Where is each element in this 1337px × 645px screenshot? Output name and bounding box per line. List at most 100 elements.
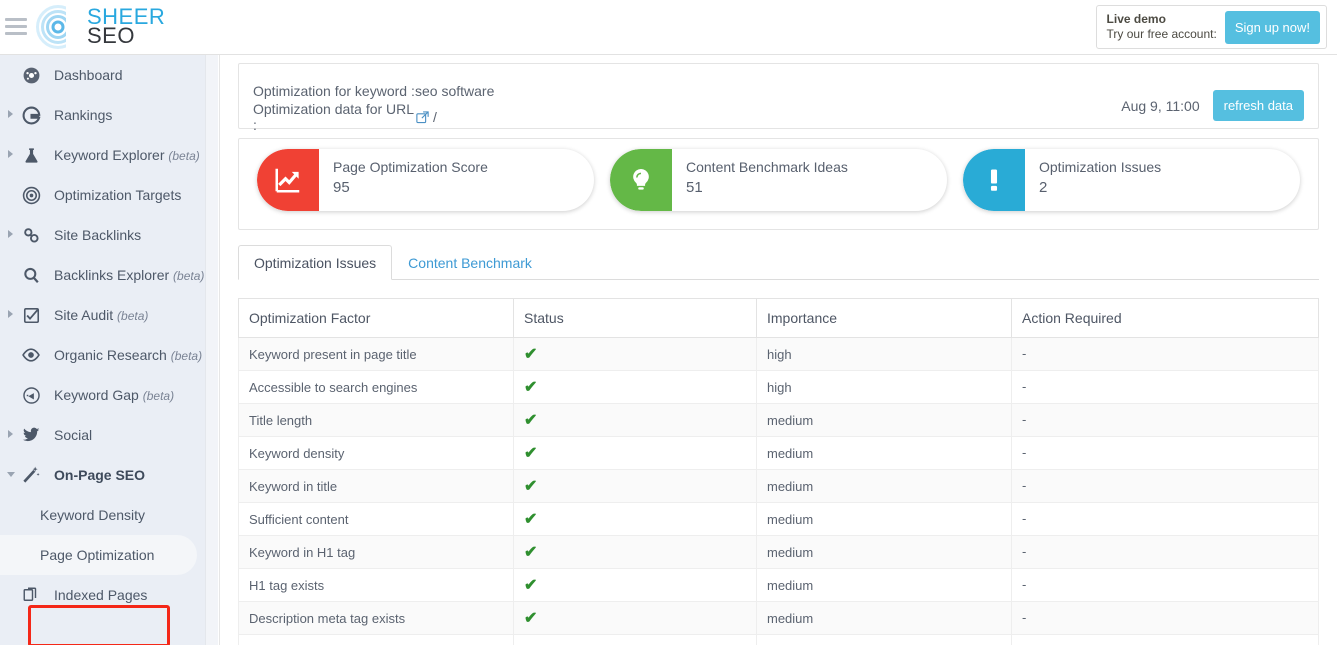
sidebar-item-dashboard[interactable]: Dashboard [0, 55, 205, 95]
cell-optimization-factor: H1 tag exists [238, 568, 514, 602]
exclamation-icon [963, 149, 1025, 211]
cell-status: ✔ [513, 634, 757, 645]
card-title: Page Optimization Score [333, 159, 488, 175]
sidebar-scrollbar[interactable] [205, 55, 422, 645]
chart-up-icon [257, 149, 319, 211]
tab-optimization-issues[interactable]: Optimization Issues [238, 245, 393, 280]
table-row: Title length ✔ medium - [238, 403, 1319, 437]
sidebar-item-rankings[interactable]: Rankings [0, 95, 205, 135]
table-row: Sufficient content ✔ medium - [238, 502, 1319, 536]
cell-action-required: - [1011, 436, 1319, 470]
sidebar-item-on-page-seo[interactable]: On-Page SEO [0, 455, 205, 495]
target-icon [18, 183, 44, 207]
sidebar-item-label: Organic Research (beta) [54, 347, 203, 363]
table-row: Keyword in title ✔ medium - [238, 469, 1319, 503]
sidebar-item-keyword-gap[interactable]: Keyword Gap (beta) [0, 375, 205, 415]
cell-action-required: - [1011, 601, 1319, 635]
sidebar-item-organic-research[interactable]: Organic Research (beta) [0, 335, 205, 375]
cell-action-required: - [1011, 568, 1319, 602]
card-title: Optimization Issues [1039, 159, 1162, 175]
hamburger-icon[interactable] [5, 18, 27, 36]
sidebar-item-site-audit[interactable]: Site Audit (beta) [0, 295, 205, 335]
cell-importance: medium [756, 502, 1012, 536]
status-check-icon: ✔ [524, 544, 538, 561]
sidebar-item-optimization-targets[interactable]: Optimization Targets [0, 175, 205, 215]
status-check-icon: ✔ [524, 445, 538, 462]
cell-importance: medium [756, 535, 1012, 569]
lightbulb-icon [610, 149, 672, 211]
sheerseo-logo-icon [33, 4, 83, 50]
sidebar-item-label: Keyword Gap (beta) [54, 387, 175, 403]
sidebar-item-label: Dashboard [54, 67, 123, 83]
magic-wand-icon [18, 463, 44, 487]
cell-status: ✔ [513, 601, 757, 635]
chevron-right-icon[interactable] [8, 430, 13, 438]
cell-optimization-factor: Description meta tag exists [238, 601, 514, 635]
megaphone-circle-icon [18, 383, 44, 407]
refresh-data-button[interactable]: refresh data [1212, 90, 1304, 121]
sidebar-item-label: Site Backlinks [54, 227, 142, 243]
status-check-icon: ✔ [524, 346, 538, 363]
issues-panel: Optimization Issues Content Benchmark Op… [220, 244, 1337, 645]
url-value[interactable]: / [433, 109, 437, 125]
cell-optimization-factor: Keyword in H1 tag [238, 535, 514, 569]
cell-action-required: - [1011, 370, 1319, 404]
card-content-benchmark-ideas[interactable]: Content Benchmark Ideas 51 [610, 149, 947, 211]
cell-optimization-factor: Keyword density [238, 436, 514, 470]
sidebar-subitem-label: Page Optimization [40, 547, 155, 563]
card-title: Content Benchmark Ideas [686, 159, 848, 175]
chevron-right-icon[interactable] [8, 110, 13, 118]
eye-icon [18, 343, 44, 367]
cell-optimization-factor: Sufficient content [238, 502, 514, 536]
top-bar: SHEER SEO Live demo Try our free account… [0, 0, 1337, 55]
cell-action-required: - [1011, 502, 1319, 536]
hamburger-bar [5, 25, 27, 28]
sidebar-item-backlinks-explorer[interactable]: Backlinks Explorer (beta) [0, 255, 205, 295]
sidebar-item-label: Backlinks Explorer (beta) [54, 267, 205, 283]
brand-logo[interactable]: SHEER SEO [33, 3, 165, 51]
tab-content-benchmark[interactable]: Content Benchmark [392, 245, 548, 280]
sidebar-item-label: Keyword Explorer (beta) [54, 147, 200, 163]
chevron-right-icon[interactable] [8, 310, 13, 318]
twitter-bird-icon [18, 423, 44, 447]
chevron-down-icon[interactable] [7, 472, 15, 481]
status-check-icon: ✔ [524, 412, 538, 429]
cell-status: ✔ [513, 370, 757, 404]
column-header-importance: Importance [756, 298, 1012, 338]
optimization-issues-table-wrap: Optimization Factor Status Importance Ac… [238, 298, 1319, 645]
live-demo-title: Live demo [1106, 12, 1166, 26]
refresh-area: Aug 9, 11:00 refresh data [1121, 90, 1304, 121]
table-header-row: Optimization Factor Status Importance Ac… [238, 298, 1319, 338]
hamburger-bar [5, 32, 27, 35]
card-optimization-issues[interactable]: Optimization Issues 2 [963, 149, 1300, 211]
card-page-optimization-score[interactable]: Page Optimization Score 95 [257, 149, 594, 211]
keyword-value: seo software [415, 83, 495, 99]
cell-status: ✔ [513, 535, 757, 569]
cell-status: ✔ [513, 469, 757, 503]
table-row: Keyword density ✔ medium - [238, 436, 1319, 470]
sidebar-item-social[interactable]: Social [0, 415, 205, 455]
beta-tag: (beta) [142, 389, 175, 403]
table-row: Keyword present in page title ✔ high - [238, 337, 1319, 371]
external-link-icon[interactable] [415, 110, 430, 125]
card-value: 95 [333, 179, 350, 196]
pages-copy-icon [18, 583, 44, 607]
sidebar-subitem-page-optimization[interactable]: Page Optimization [0, 535, 197, 575]
cell-action-required: - [1011, 469, 1319, 503]
cell-action-required: - [1011, 403, 1319, 437]
table-row: Keyword in H1 tag ✔ medium - [238, 535, 1319, 569]
sidebar-item-keyword-explorer[interactable]: Keyword Explorer (beta) [0, 135, 205, 175]
sign-up-button[interactable]: Sign up now! [1224, 10, 1320, 44]
sidebar-subitem-keyword-density[interactable]: Keyword Density [0, 495, 205, 535]
chevron-right-icon[interactable] [8, 230, 13, 238]
table-row: Number of keywords in keywords meta tag✔… [238, 634, 1319, 645]
cell-optimization-factor: Title length [238, 403, 514, 437]
cell-importance: high [756, 370, 1012, 404]
sidebar-item-site-backlinks[interactable]: Site Backlinks [0, 215, 205, 255]
cell-importance: medium [756, 568, 1012, 602]
optimization-issues-table: Optimization Factor Status Importance Ac… [238, 298, 1319, 645]
table-row: H1 tag exists ✔ medium - [238, 568, 1319, 602]
sidebar-subitem-label: Indexed Pages [54, 587, 148, 603]
chevron-right-icon[interactable] [8, 150, 13, 158]
sidebar-subitem-indexed-pages[interactable]: Indexed Pages [0, 575, 205, 615]
